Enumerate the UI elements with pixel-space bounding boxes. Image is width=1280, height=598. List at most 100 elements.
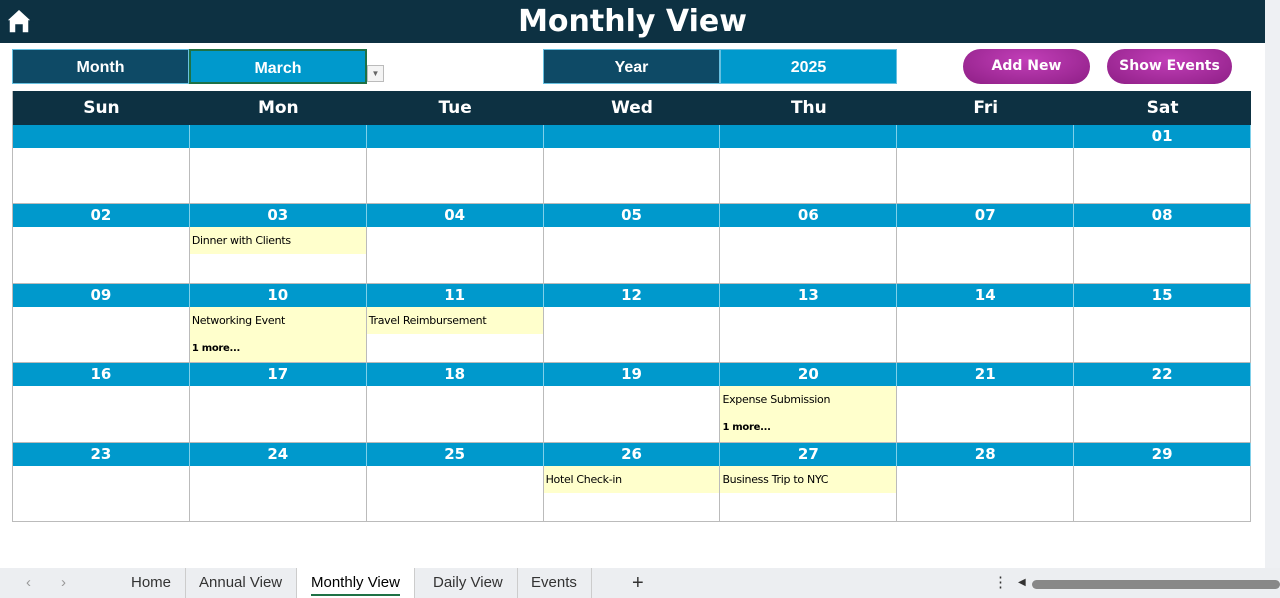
- next-sheet-icon[interactable]: ›: [61, 568, 66, 598]
- day-cell[interactable]: [544, 227, 721, 283]
- day-cell[interactable]: [544, 306, 721, 363]
- date-number: 06: [720, 204, 898, 228]
- sheet-tab-annual-view[interactable]: Annual View: [185, 568, 298, 598]
- date-number: 22: [1074, 363, 1252, 387]
- date-number: 26: [544, 442, 721, 466]
- day-cell[interactable]: Networking Event 1 more...: [189, 306, 367, 363]
- week-row: 09 10 11 12 13 14 15 Networking Event 1 more... T…: [13, 283, 1252, 364]
- day-cell[interactable]: [367, 465, 544, 521]
- date-number: 16: [13, 363, 190, 387]
- date-number: 05: [544, 204, 721, 228]
- date-bar: 16 17 18 19 20 21 22: [13, 363, 1252, 387]
- day-cell[interactable]: [13, 306, 190, 363]
- day-cell[interactable]: [1074, 306, 1252, 363]
- date-number: 03: [190, 204, 367, 228]
- day-cell[interactable]: Hotel Check-in: [543, 465, 721, 521]
- day-cell[interactable]: [720, 306, 898, 363]
- day-cell[interactable]: [13, 148, 190, 204]
- day-cell[interactable]: [367, 227, 544, 283]
- tab-label: Daily View: [433, 574, 503, 591]
- date-bar: 09 10 11 12 13 14 15: [13, 283, 1252, 307]
- year-value[interactable]: 2025: [720, 49, 897, 84]
- date-number: [897, 125, 1075, 148]
- day-cell[interactable]: [897, 465, 1075, 521]
- home-icon[interactable]: [4, 6, 34, 36]
- dropdown-arrow-icon[interactable]: ▼: [367, 65, 384, 82]
- day-cell[interactable]: [720, 227, 898, 283]
- day-cell[interactable]: [190, 148, 367, 204]
- sheet-tab-events[interactable]: Events: [517, 568, 592, 598]
- event-title: Expense Submission: [722, 393, 831, 407]
- day-cell[interactable]: Expense Submission 1 more...: [720, 386, 898, 442]
- month-label: Month: [12, 49, 189, 84]
- date-number: 19: [544, 363, 721, 387]
- day-cell[interactable]: [367, 386, 544, 442]
- date-number: 28: [897, 442, 1075, 466]
- prev-sheet-icon[interactable]: ‹: [26, 568, 31, 598]
- sheet-tab-monthly-view[interactable]: Monthly View: [297, 568, 415, 598]
- weekday-fri: Fri: [973, 98, 999, 118]
- date-number: 24: [190, 442, 367, 466]
- month-select[interactable]: March: [189, 49, 367, 84]
- date-number: 04: [367, 204, 544, 228]
- event-item[interactable]: Travel Reimbursement: [366, 306, 543, 334]
- day-cell[interactable]: Travel Reimbursement: [366, 306, 544, 363]
- event-item[interactable]: Expense Submission 1 more...: [720, 386, 897, 442]
- date-number: 09: [13, 283, 190, 307]
- day-cell[interactable]: [897, 306, 1075, 363]
- date-number: [13, 125, 190, 148]
- tab-label: Events: [531, 574, 577, 591]
- event-item[interactable]: Hotel Check-in: [543, 465, 720, 493]
- day-cell[interactable]: [1074, 465, 1252, 521]
- date-number: [720, 125, 898, 148]
- event-item[interactable]: Networking Event 1 more...: [189, 306, 366, 363]
- more-events-link[interactable]: 1 more...: [192, 343, 240, 354]
- weekday-mon: Mon: [257, 98, 299, 118]
- day-cell[interactable]: [13, 386, 190, 442]
- event-item[interactable]: Business Trip to NYC: [720, 465, 897, 493]
- date-number: 12: [544, 283, 721, 307]
- date-number: 25: [367, 442, 544, 466]
- day-cell[interactable]: [13, 465, 190, 521]
- tab-label: Monthly View: [311, 574, 400, 596]
- event-item[interactable]: Dinner with Clients: [189, 227, 366, 255]
- date-number: 10: [190, 283, 367, 307]
- weekday-thu: Thu: [790, 98, 827, 118]
- day-cell[interactable]: Business Trip to NYC: [720, 465, 898, 521]
- horizontal-scrollbar[interactable]: [1032, 580, 1280, 589]
- more-events-link[interactable]: 1 more...: [722, 422, 770, 433]
- day-cell[interactable]: [190, 465, 367, 521]
- day-cell[interactable]: [190, 386, 367, 442]
- right-margin: [1265, 0, 1280, 568]
- day-cell[interactable]: [897, 148, 1075, 204]
- scroll-left-icon[interactable]: ◀: [1018, 568, 1026, 598]
- date-number: [190, 125, 367, 148]
- day-cell[interactable]: [13, 227, 190, 283]
- date-number: 29: [1074, 442, 1252, 466]
- date-number: 17: [190, 363, 367, 387]
- day-cell[interactable]: [1074, 227, 1252, 283]
- date-number: 21: [897, 363, 1075, 387]
- day-cell[interactable]: [1074, 386, 1252, 442]
- week-row: 02 03 04 05 06 07 08 Dinner with Clients: [13, 204, 1252, 284]
- date-bar: 23 24 25 26 27 28 29: [13, 442, 1252, 466]
- day-cell[interactable]: [897, 227, 1075, 283]
- add-new-button[interactable]: Add New: [963, 49, 1090, 84]
- day-cell[interactable]: [367, 148, 544, 204]
- sheet-tab-daily-view[interactable]: Daily View: [419, 568, 518, 598]
- add-sheet-button[interactable]: +: [632, 568, 644, 598]
- day-cell[interactable]: [544, 148, 721, 204]
- weekday-sat: Sat: [1146, 98, 1179, 118]
- day-cell[interactable]: [897, 386, 1075, 442]
- day-cell[interactable]: [544, 386, 721, 442]
- day-cell[interactable]: [1074, 148, 1252, 204]
- weekday-header: Sun Mon Tue Wed Thu Fri Sat: [13, 91, 1251, 125]
- more-options-icon[interactable]: ⋮: [993, 568, 1008, 598]
- year-label: Year: [543, 49, 720, 84]
- calendar-grid: Sun Mon Tue Wed Thu Fri Sat 01 02 03 04 05 06 07 08 Di…: [12, 91, 1252, 522]
- date-number: 02: [13, 204, 190, 228]
- day-cell[interactable]: [720, 148, 898, 204]
- day-cell[interactable]: Dinner with Clients: [189, 227, 367, 283]
- show-events-button[interactable]: Show Events: [1107, 49, 1232, 84]
- sheet-tab-home[interactable]: Home: [117, 568, 187, 598]
